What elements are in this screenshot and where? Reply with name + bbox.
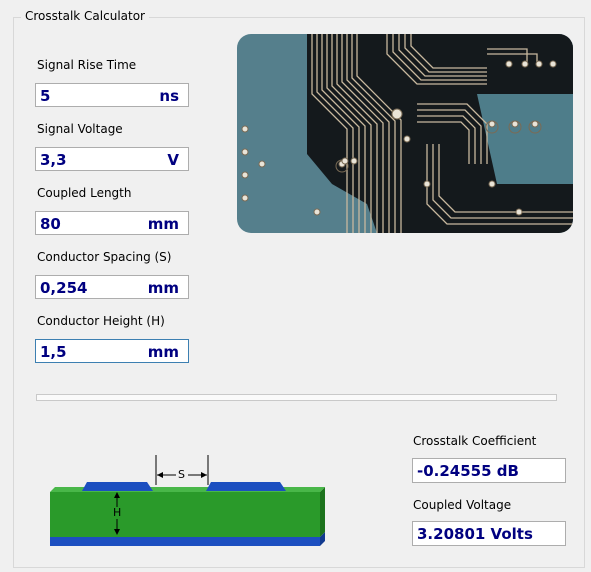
conductor-height-unit: mm [147, 343, 179, 361]
progress-bar [36, 394, 557, 401]
rise-time-unit: ns [159, 87, 179, 105]
coupled-length-unit: mm [147, 215, 179, 233]
spacing-label: S [178, 468, 185, 481]
group-title: Crosstalk Calculator [21, 9, 149, 23]
coupled-length-value: 80 [40, 215, 61, 233]
signal-voltage-unit: V [167, 151, 179, 169]
height-label: H [113, 506, 122, 519]
signal-voltage-value: 3,3 [40, 151, 67, 169]
pcb-photo [237, 34, 573, 233]
crosstalk-coefficient-output: -0.24555 dB [412, 458, 566, 483]
coupled-voltage-output: 3.20801 Volts [412, 521, 566, 546]
conductor-spacing-field[interactable]: 0,254 mm [35, 275, 189, 299]
conductor-height-value: 1,5 [40, 343, 67, 361]
cross-section-diagram: S H [46, 455, 326, 550]
coupled-length-label: Coupled Length [37, 186, 132, 200]
conductor-height-label: Conductor Height (H) [37, 314, 165, 328]
coupled-length-field[interactable]: 80 mm [35, 211, 189, 235]
conductor-spacing-unit: mm [147, 279, 179, 297]
rise-time-label: Signal Rise Time [37, 58, 137, 72]
crosstalk-coefficient-label: Crosstalk Coefficient [413, 434, 537, 448]
conductor-height-field[interactable]: 1,5 mm [35, 339, 189, 363]
rise-time-field[interactable]: 5 ns [35, 83, 189, 107]
conductor-spacing-value: 0,254 [40, 279, 88, 297]
coupled-voltage-label: Coupled Voltage [413, 498, 512, 512]
rise-time-value: 5 [40, 87, 51, 105]
conductor-spacing-label: Conductor Spacing (S) [37, 250, 172, 264]
signal-voltage-label: Signal Voltage [37, 122, 123, 136]
signal-voltage-field[interactable]: 3,3 V [35, 147, 189, 171]
